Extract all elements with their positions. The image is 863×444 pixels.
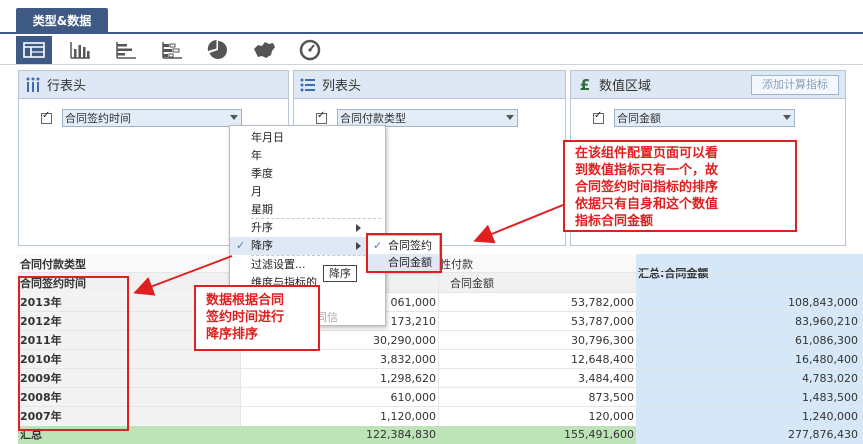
arrow-right-annotation (473, 204, 564, 244)
arrow-left-annotation (133, 255, 233, 296)
annotation-arrows (133, 204, 564, 296)
